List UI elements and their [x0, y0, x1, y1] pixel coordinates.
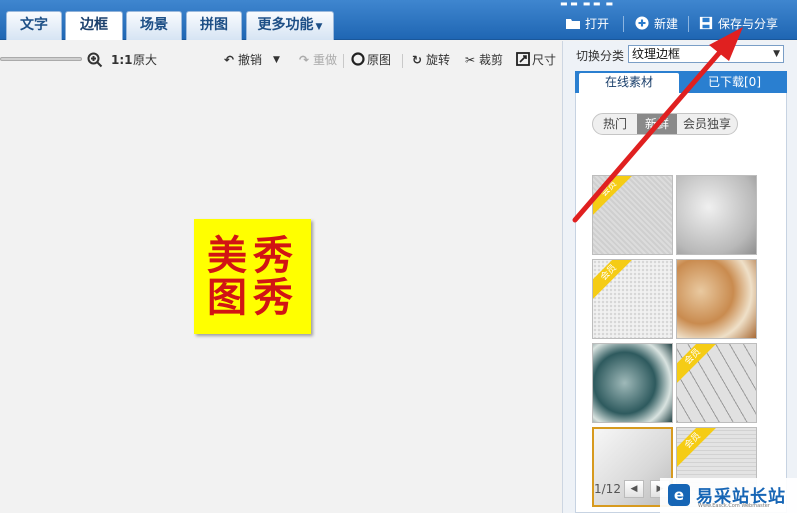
scissors-icon: ✂ — [464, 53, 476, 67]
site-logo-icon: e — [668, 484, 690, 506]
member-badge: 会员 — [677, 344, 723, 387]
tab-border[interactable]: 边框 — [65, 11, 123, 40]
tab-downloaded[interactable]: 已下载[0] — [687, 73, 782, 93]
member-badge: 会员 — [593, 176, 639, 219]
chevron-down-icon: ▼ — [773, 49, 780, 59]
category-label: 切换分类 — [576, 49, 625, 63]
rotate-label: 旋转 — [426, 53, 451, 67]
tab-collage[interactable]: 拼图 — [186, 11, 242, 40]
undo-icon: ↶ — [223, 53, 235, 67]
texture-thumbnail[interactable]: 会员 — [592, 175, 673, 255]
category-select[interactable]: 纹理边框 ▼ — [628, 45, 784, 63]
image-char: 美 — [207, 232, 247, 279]
rotate-button[interactable]: ↻ 旋转 — [410, 52, 450, 68]
divider — [623, 16, 624, 32]
undo-label: 撤销 — [238, 53, 263, 67]
chevron-down-icon: ▼ — [315, 22, 323, 32]
resize-button[interactable]: 尺寸 — [516, 52, 556, 68]
crop-button[interactable]: ✂ 裁剪 — [463, 52, 503, 68]
circle-icon — [351, 52, 365, 66]
rotate-icon: ↻ — [411, 53, 423, 67]
filter-member-only[interactable]: 会员独享 — [677, 114, 737, 134]
edited-image[interactable]: 美 秀 图 秀 — [194, 219, 311, 334]
zoom-in-button[interactable] — [87, 52, 103, 68]
new-button[interactable]: 新建 — [634, 14, 678, 34]
watermark-url: Www.Easck.Com Webmaster — [698, 503, 770, 509]
texture-thumbnail[interactable] — [592, 343, 673, 423]
open-button[interactable]: 打开 — [565, 14, 609, 34]
tab-more-features-label: 更多功能 — [257, 17, 314, 33]
top-nav-bar: ▬ ▬ ▬ ▬ ▬ 文字 边框 场景 拼图 更多功能 ▼ 打开 新建 保存与分享 — [0, 0, 797, 40]
undo-history-dropdown[interactable]: ▼ — [273, 52, 280, 68]
zoom-in-icon — [87, 52, 103, 68]
tab-scene[interactable]: 场景 — [126, 11, 182, 40]
page-indicator: 1/12 — [594, 482, 621, 496]
crop-label: 裁剪 — [479, 53, 504, 67]
save-share-button[interactable]: 保存与分享 — [698, 14, 778, 34]
category-value: 纹理边框 — [632, 47, 681, 61]
folder-icon — [566, 19, 580, 29]
tab-text[interactable]: 文字 — [6, 11, 62, 40]
image-char: 秀 — [253, 274, 293, 321]
new-label: 新建 — [654, 17, 679, 31]
actual-size-ratio[interactable]: 1:1 — [111, 52, 133, 68]
undo-button[interactable]: ↶ 撤销 — [222, 52, 262, 68]
material-tabs: 在线素材 已下载[0] — [575, 71, 787, 93]
zoom-slider[interactable] — [0, 57, 82, 61]
texture-thumbnail[interactable] — [676, 259, 757, 339]
original-image-label: 原图 — [367, 53, 392, 67]
material-list: 热门 新鲜 会员独享 会员 会员 会员 会员 1/12 ◀ ▶ — [575, 93, 787, 513]
edit-toolbar: 1:1 原大 ↶ 撤销 ▼ ↷ 重做 原图 ↻ 旋转 ✂ 裁剪 尺寸 — [0, 41, 562, 77]
member-badge: 会员 — [677, 428, 723, 471]
redo-label: 重做 — [313, 53, 338, 67]
material-panel: 切换分类 纹理边框 ▼ 在线素材 已下载[0] 热门 新鲜 会员独享 会员 会员… — [562, 41, 797, 513]
member-badge: 会员 — [593, 260, 639, 303]
redo-button[interactable]: ↷ 重做 — [297, 52, 337, 68]
redo-icon: ↷ — [298, 53, 310, 67]
tab-more-features[interactable]: 更多功能 ▼ — [246, 11, 334, 40]
filter-new[interactable]: 新鲜 — [637, 114, 677, 134]
texture-thumbnail[interactable]: 会员 — [592, 259, 673, 339]
filter-hot[interactable]: 热门 — [593, 114, 637, 134]
original-image-button[interactable]: 原图 — [351, 52, 391, 68]
original-size-button[interactable]: 原大 — [133, 52, 157, 68]
image-char: 秀 — [253, 232, 293, 279]
filter-segments: 热门 新鲜 会员独享 — [592, 113, 738, 135]
save-icon — [699, 16, 713, 30]
image-char: 图 — [207, 274, 247, 321]
texture-thumbnail[interactable]: 会员 — [676, 343, 757, 423]
texture-thumbnail[interactable] — [676, 175, 757, 255]
site-watermark: e 易采站长站 Www.Easck.Com Webmaster — [660, 478, 797, 513]
resize-label: 尺寸 — [532, 53, 557, 67]
window-controls[interactable]: ▬ ▬ ▬ ▬ ▬ — [560, 0, 613, 8]
divider — [688, 16, 689, 32]
tab-online-materials[interactable]: 在线素材 — [579, 73, 679, 93]
save-share-label: 保存与分享 — [718, 17, 779, 31]
resize-icon — [516, 52, 530, 66]
plus-circle-icon — [635, 16, 649, 30]
divider — [343, 54, 344, 68]
prev-page-button[interactable]: ◀ — [624, 480, 644, 498]
open-label: 打开 — [585, 17, 610, 31]
divider — [402, 54, 403, 68]
